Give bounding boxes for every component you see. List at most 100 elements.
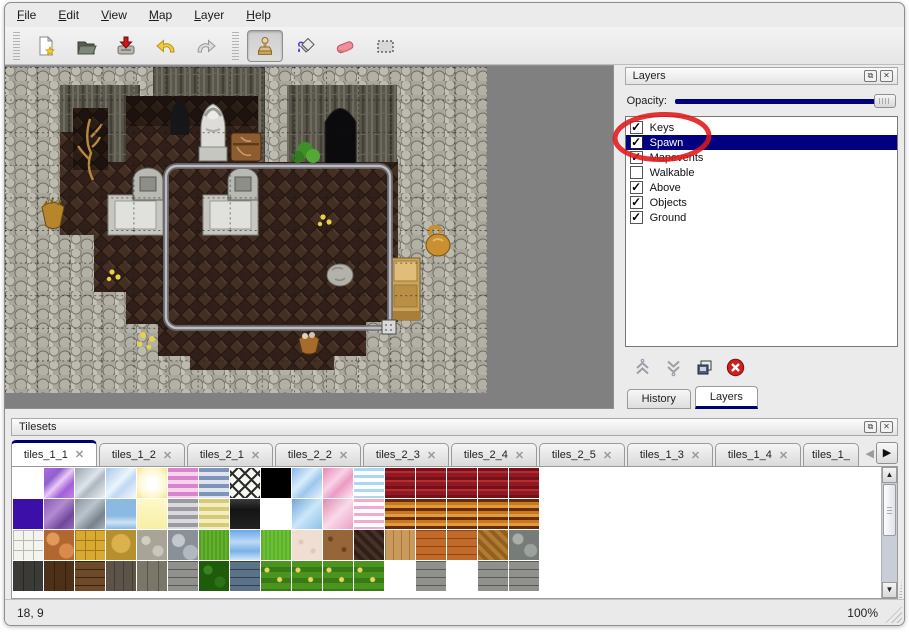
- tileset-tile-stripes-slate[interactable]: [199, 468, 229, 498]
- tileset-tile-cobble-orange[interactable]: [44, 530, 74, 560]
- tileset-tile-stripes-gray[interactable]: [168, 499, 198, 529]
- tileset-tab-tiles_1_4[interactable]: tiles_1_4✕: [715, 443, 801, 466]
- toolbar-group-handle[interactable]: [232, 32, 239, 60]
- tileset-tile-grass-flowers[interactable]: [354, 561, 384, 591]
- float-panel-icon[interactable]: ⧉: [864, 421, 877, 433]
- selection-resize-handle[interactable]: [382, 320, 396, 334]
- tileset-tile-curtain-red[interactable]: [385, 468, 415, 498]
- tileset-tab-tiles_1_2[interactable]: tiles_1_2✕: [99, 443, 185, 466]
- layer-visibility-checkbox[interactable]: ✓: [630, 196, 643, 209]
- layer-visibility-checkbox[interactable]: ✓: [630, 136, 643, 149]
- tileset-tile-glass-gray2[interactable]: [75, 499, 105, 529]
- tileset-tile-brick-gray[interactable]: [509, 561, 539, 591]
- tileset-tile-white[interactable]: [261, 499, 291, 529]
- tileset-tile-sign-black[interactable]: [230, 499, 260, 529]
- vertical-splitter[interactable]: [614, 65, 625, 409]
- tileset-tab-tiles_2_4[interactable]: tiles_2_4✕: [451, 443, 537, 466]
- redo-button[interactable]: [188, 30, 224, 62]
- tileset-tile-brick-gray[interactable]: [168, 561, 198, 591]
- tileset-tile-stone-outline[interactable]: [13, 530, 43, 560]
- tileset-tile-wood-orange[interactable]: [385, 499, 415, 529]
- tileset-tile-stones-gray[interactable]: [509, 530, 539, 560]
- tileset-tile-hedge[interactable]: [199, 561, 229, 591]
- tileset-tile-stripes-pink[interactable]: [168, 468, 198, 498]
- tileset-tab-tiles_2_2[interactable]: tiles_2_2✕: [275, 443, 361, 466]
- layer-row-above[interactable]: ✓Above: [626, 180, 897, 195]
- tileset-tile-glass-gray[interactable]: [75, 468, 105, 498]
- menu-edit[interactable]: Edit: [58, 8, 79, 22]
- tileset-tile-herringbone[interactable]: [478, 530, 508, 560]
- tileset-tile-cobble-gray[interactable]: [168, 530, 198, 560]
- tileset-tab-tiles_2_3[interactable]: tiles_2_3✕: [363, 443, 449, 466]
- tileset-tile-white[interactable]: [13, 468, 43, 498]
- tileset-tile-grass[interactable]: [199, 530, 229, 560]
- open-file-button[interactable]: [68, 30, 104, 62]
- scrollbar-thumb[interactable]: [883, 484, 896, 536]
- layer-visibility-checkbox[interactable]: ✓: [630, 121, 643, 134]
- tileset-tile-curtain-red[interactable]: [478, 468, 508, 498]
- tileset-tile-zigzag-pink[interactable]: [354, 499, 384, 529]
- horizontal-splitter[interactable]: [5, 409, 904, 418]
- new-file-button[interactable]: [28, 30, 64, 62]
- tileset-tile-curtain-red[interactable]: [416, 468, 446, 498]
- opacity-slider[interactable]: [675, 93, 896, 110]
- tileset-tile-brick-brown[interactable]: [75, 561, 105, 591]
- save-file-button[interactable]: [108, 30, 144, 62]
- tileset-tile-pane-blue[interactable]: [292, 499, 322, 529]
- layer-row-mapevents[interactable]: ✓Mapevents: [626, 150, 897, 165]
- dock-tab-history[interactable]: History: [627, 389, 691, 409]
- tileset-tile-water-blue[interactable]: [106, 499, 136, 529]
- close-tab-icon[interactable]: ✕: [691, 449, 700, 462]
- layer-visibility-checkbox[interactable]: [630, 166, 643, 179]
- tileset-tile-curtain-red[interactable]: [447, 468, 477, 498]
- tileset-tile-wall-dark[interactable]: [13, 561, 43, 591]
- select-tool-button[interactable]: [367, 30, 403, 62]
- scroll-tabs-right-button[interactable]: ▶: [876, 442, 898, 464]
- tileset-tab-tiles_1[interactable]: tiles_1_: [803, 443, 859, 466]
- tileset-tile-pebble-gray[interactable]: [137, 530, 167, 560]
- tileset-tile-wood-orange[interactable]: [509, 499, 539, 529]
- tileset-tile-grass-flowers[interactable]: [261, 561, 291, 591]
- tileset-tile-brick-gray[interactable]: [478, 561, 508, 591]
- tileset-tile-stripes-yellow[interactable]: [199, 499, 229, 529]
- layer-row-keys[interactable]: ✓Keys: [626, 120, 897, 135]
- tileset-tile-water[interactable]: [230, 530, 260, 560]
- tileset-tab-tiles_1_1[interactable]: tiles_1_1✕: [11, 440, 97, 466]
- tileset-tile-brick-orange[interactable]: [416, 530, 446, 560]
- tileset-tile-wood-orange[interactable]: [416, 499, 446, 529]
- stamp-tool-button[interactable]: [247, 30, 283, 62]
- tileset-tile-floor-dark[interactable]: [354, 530, 384, 560]
- tileset-tile-planks-gray[interactable]: [385, 561, 415, 591]
- tileset-tile-curtain-red[interactable]: [509, 468, 539, 498]
- close-panel-icon[interactable]: ✕: [880, 70, 893, 82]
- tileset-tile-wall-gray[interactable]: [137, 561, 167, 591]
- duplicate-layer-icon[interactable]: [695, 358, 714, 377]
- tileset-tile-glass-blue[interactable]: [106, 468, 136, 498]
- tileset-tile-brick-gray[interactable]: [416, 561, 446, 591]
- close-tab-icon[interactable]: ✕: [515, 449, 524, 462]
- layer-row-ground[interactable]: ✓Ground: [626, 210, 897, 225]
- layer-row-walkable[interactable]: Walkable: [626, 165, 897, 180]
- tileset-tile-black[interactable]: [261, 468, 291, 498]
- close-tab-icon[interactable]: ✕: [779, 449, 788, 462]
- layer-visibility-checkbox[interactable]: ✓: [630, 151, 643, 164]
- tileset-tab-tiles_2_5[interactable]: tiles_2_5✕: [539, 443, 625, 466]
- scroll-down-icon[interactable]: ▼: [882, 582, 897, 598]
- tileset-tile-pale-yellow[interactable]: [137, 499, 167, 529]
- eraser-tool-button[interactable]: [327, 30, 363, 62]
- move-layer-down-icon[interactable]: [664, 358, 683, 377]
- tileset-tab-tiles_1_3[interactable]: tiles_1_3✕: [627, 443, 713, 466]
- close-tab-icon[interactable]: ✕: [251, 449, 260, 462]
- layer-row-spawn[interactable]: ✓Spawn: [626, 135, 897, 150]
- map-viewport[interactable]: [5, 65, 614, 409]
- tileset-tile-zigzag-blue[interactable]: [354, 468, 384, 498]
- menu-view[interactable]: View: [101, 8, 127, 22]
- tileset-tile-indigo[interactable]: [13, 499, 43, 529]
- close-tab-icon[interactable]: ✕: [427, 449, 436, 462]
- tileset-tile-tile-yellow[interactable]: [75, 530, 105, 560]
- tileset-tile-flag-tan[interactable]: [106, 530, 136, 560]
- menu-layer[interactable]: Layer: [194, 8, 224, 22]
- tileset-tile-grass2[interactable]: [261, 530, 291, 560]
- scroll-up-icon[interactable]: ▲: [882, 467, 897, 483]
- move-layer-up-icon[interactable]: [633, 358, 652, 377]
